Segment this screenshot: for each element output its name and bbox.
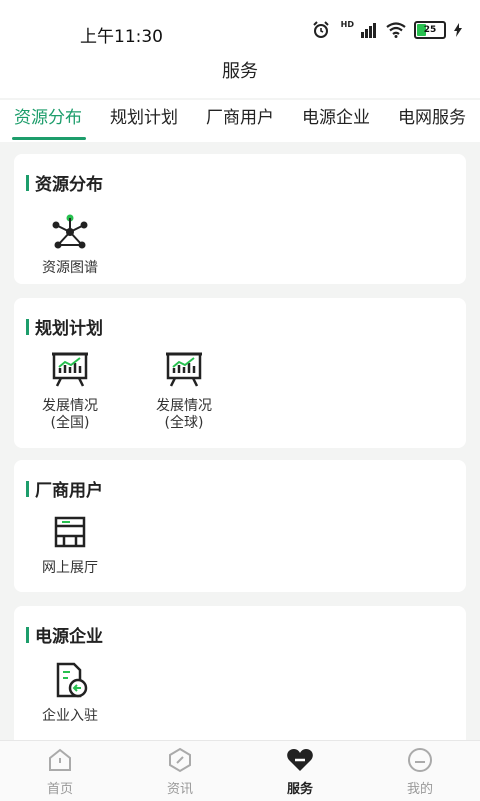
service-content: 资源分布 资源图谱 规划计划 发展情况 (全国) 发展情况 (全球) 厂商用户 …: [0, 142, 480, 740]
nav-home[interactable]: 首页: [0, 741, 120, 801]
resource-graph-item[interactable]: 资源图谱: [28, 212, 112, 277]
alarm-icon: [312, 21, 329, 38]
development-national-item[interactable]: 发展情况 (全国): [28, 350, 112, 432]
tab-grid-service[interactable]: 电网服务: [384, 100, 480, 142]
charging-icon: [454, 23, 462, 37]
nav-profile[interactable]: 我的: [360, 741, 480, 801]
status-icons: HD 25: [311, 20, 462, 40]
bottom-navigation: 首页 资讯 服务 我的: [0, 740, 480, 801]
section-title: 资源分布: [26, 170, 103, 195]
development-chart-icon: [50, 350, 90, 390]
online-hall-item[interactable]: 网上展厅: [28, 512, 112, 577]
section-title: 厂商用户: [26, 476, 103, 501]
news-icon: [166, 746, 194, 774]
section-resource-distribution: 资源分布 资源图谱: [14, 154, 466, 284]
section-planning: 规划计划 发展情况 (全国) 发展情况 (全球): [14, 298, 466, 448]
online-hall-label: 网上展厅: [42, 560, 98, 576]
home-icon: [46, 746, 74, 774]
status-bar: 上午11:30 HD 25: [0, 0, 480, 62]
enterprise-entry-item[interactable]: 企业入驻: [28, 660, 112, 725]
online-hall-icon: [50, 512, 90, 552]
profile-icon: [406, 746, 434, 774]
development-global-item[interactable]: 发展情况 (全球): [142, 350, 226, 432]
tab-vendor-users[interactable]: 厂商用户: [192, 100, 288, 142]
tab-resource-distribution[interactable]: 资源分布: [0, 100, 96, 142]
section-power-enterprises: 电源企业 企业入驻: [14, 606, 466, 740]
development-national-label: 发展情况 (全国): [42, 398, 98, 431]
status-time: 上午11:30: [80, 27, 163, 47]
development-chart-icon: [164, 350, 204, 390]
enterprise-entry-label: 企业入驻: [42, 708, 98, 724]
tab-planning[interactable]: 规划计划: [96, 100, 192, 142]
wifi-icon: [386, 22, 406, 38]
battery-icon: 25: [414, 21, 446, 39]
section-vendor-users: 厂商用户 网上展厅: [14, 460, 466, 592]
nav-news[interactable]: 资讯: [120, 741, 240, 801]
tab-power-enterprises[interactable]: 电源企业: [288, 100, 384, 142]
development-global-label: 发展情况 (全球): [156, 398, 212, 431]
resource-graph-label: 资源图谱: [42, 260, 98, 276]
section-title: 电源企业: [26, 622, 103, 647]
nav-service[interactable]: 服务: [240, 741, 360, 801]
page-title: 服务: [0, 58, 480, 98]
section-title: 规划计划: [26, 314, 103, 339]
service-heart-icon: [286, 746, 314, 774]
enterprise-entry-icon: [50, 660, 90, 700]
hd-badge: HD: [340, 19, 354, 29]
resource-graph-icon: [50, 212, 90, 252]
category-tabs: 资源分布 规划计划 厂商用户 电源企业 电网服务: [0, 100, 480, 142]
signal-icon: [361, 23, 376, 38]
